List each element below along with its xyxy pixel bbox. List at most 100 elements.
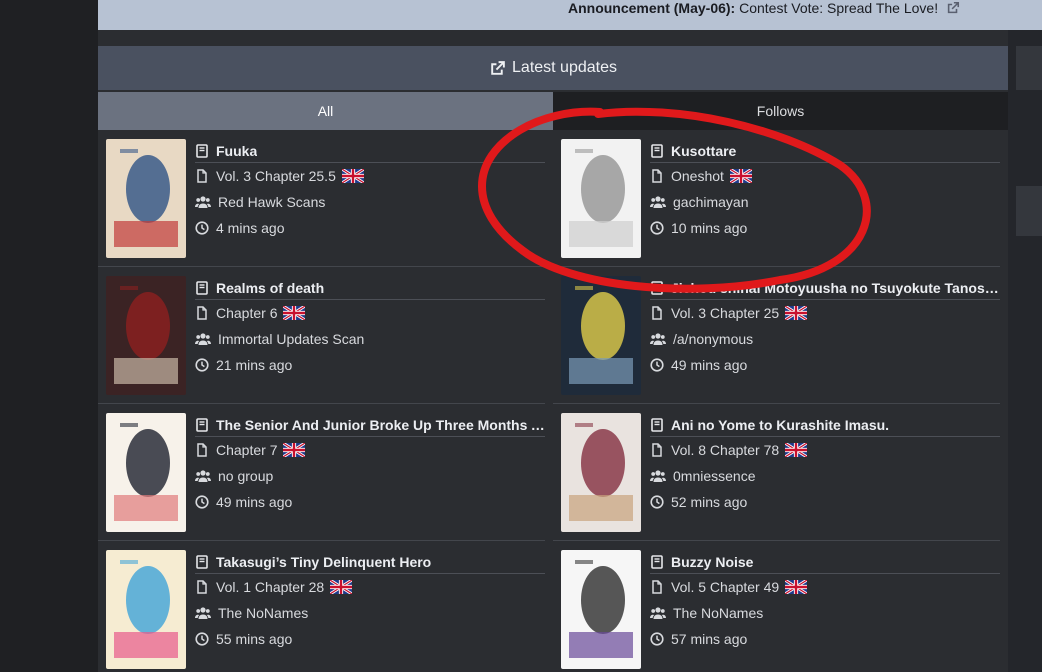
uk-flag-icon (785, 580, 808, 594)
manga-title[interactable]: Kusottare (650, 139, 1000, 163)
chapter-link[interactable]: Chapter 7 (216, 442, 277, 458)
time-ago: 10 mins ago (671, 220, 748, 236)
group-link[interactable]: 0mniessence (673, 468, 756, 484)
uk-flag-icon (785, 306, 808, 320)
chapter-link[interactable]: Vol. 5 Chapter 49 (671, 579, 779, 595)
file-icon (197, 443, 207, 457)
update-card[interactable]: Jichou shinai Motoyuusha no Tsuyokute Ta… (553, 267, 1000, 404)
cover-image[interactable] (561, 413, 641, 532)
manga-title-text[interactable]: Ani no Yome to Kurashite Imasu. (671, 417, 889, 433)
cover-image[interactable] (106, 139, 186, 258)
chapter-row[interactable]: Chapter 6 (195, 300, 545, 326)
group-link[interactable]: Red Hawk Scans (218, 194, 325, 210)
group-link[interactable]: gachimayan (673, 194, 749, 210)
time-ago: 49 mins ago (671, 357, 748, 373)
manga-title[interactable]: Buzzy Noise (650, 550, 1000, 574)
manga-title[interactable]: The Senior And Junior Broke Up Three Mon… (195, 413, 545, 437)
manga-title-text[interactable]: Realms of death (216, 280, 324, 296)
update-card[interactable]: Ani no Yome to Kurashite Imasu. Vol. 8 Ch… (553, 404, 1000, 541)
tab-all[interactable]: All (98, 92, 553, 130)
chapter-row[interactable]: Oneshot (650, 163, 1000, 189)
book-icon (651, 417, 663, 432)
left-gutter (0, 0, 98, 672)
manga-title-text[interactable]: Fuuka (216, 143, 257, 159)
external-link-icon (491, 60, 505, 75)
users-icon (650, 470, 666, 482)
group-row[interactable]: no group (195, 463, 545, 489)
chapter-link[interactable]: Vol. 1 Chapter 28 (216, 579, 324, 595)
group-row[interactable]: gachimayan (650, 189, 1000, 215)
time-row: 57 mins ago (650, 626, 1000, 652)
chapter-link[interactable]: Vol. 8 Chapter 78 (671, 442, 779, 458)
cover-image[interactable] (106, 413, 186, 532)
manga-title-text[interactable]: The Senior And Junior Broke Up Three Mon… (216, 417, 545, 433)
clock-icon (650, 495, 664, 509)
manga-title[interactable]: Ani no Yome to Kurashite Imasu. (650, 413, 1000, 437)
manga-title[interactable]: Fuuka (195, 139, 545, 163)
clock-icon (650, 221, 664, 235)
chapter-link[interactable]: Vol. 3 Chapter 25 (671, 305, 779, 321)
group-link[interactable]: no group (218, 468, 273, 484)
group-link[interactable]: Immortal Updates Scan (218, 331, 364, 347)
chapter-link[interactable]: Chapter 6 (216, 305, 277, 321)
chapter-row[interactable]: Vol. 8 Chapter 78 (650, 437, 1000, 463)
group-link[interactable]: The NoNames (218, 605, 308, 621)
group-row[interactable]: /a/nonymous (650, 326, 1000, 352)
chapter-link[interactable]: Vol. 3 Chapter 25.5 (216, 168, 336, 184)
manga-title[interactable]: Takasugi’s Tiny Delinquent Hero (195, 550, 545, 574)
book-icon (196, 554, 208, 569)
time-row: 49 mins ago (195, 489, 545, 515)
users-icon (195, 333, 211, 345)
update-card[interactable]: Takasugi’s Tiny Delinquent Hero Vol. 1 Ch… (98, 541, 545, 672)
update-card[interactable]: Realms of death Chapter 6 Immortal Updates… (98, 267, 545, 404)
time-ago: 57 mins ago (671, 631, 748, 647)
update-card[interactable]: The Senior And Junior Broke Up Three Mon… (98, 404, 545, 541)
uk-flag-icon (283, 306, 306, 320)
group-link[interactable]: /a/nonymous (673, 331, 753, 347)
group-row[interactable]: The NoNames (195, 600, 545, 626)
chapter-row[interactable]: Vol. 5 Chapter 49 (650, 574, 1000, 600)
chapter-row[interactable]: Vol. 3 Chapter 25 (650, 300, 1000, 326)
tab-follows[interactable]: Follows (553, 92, 1008, 130)
group-row[interactable]: Immortal Updates Scan (195, 326, 545, 352)
update-card[interactable]: Buzzy Noise Vol. 5 Chapter 49 The NoNames 5… (553, 541, 1000, 672)
manga-title-text[interactable]: Kusottare (671, 143, 736, 159)
file-icon (197, 306, 207, 320)
update-info: Realms of death Chapter 6 Immortal Updates… (195, 276, 545, 378)
manga-title[interactable]: Jichou shinai Motoyuusha no Tsuyokute Ta… (650, 276, 1000, 300)
manga-title-text[interactable]: Buzzy Noise (671, 554, 753, 570)
cover-image[interactable] (561, 276, 641, 395)
cover-image[interactable] (561, 550, 641, 669)
book-icon (651, 280, 663, 295)
chapter-link[interactable]: Oneshot (671, 168, 724, 184)
group-row[interactable]: The NoNames (650, 600, 1000, 626)
manga-title[interactable]: Realms of death (195, 276, 545, 300)
announcement[interactable]: Announcement (May-06): Contest Vote: Spr… (568, 0, 960, 16)
update-info: The Senior And Junior Broke Up Three Mon… (195, 413, 545, 515)
announcement-bar: Announcement (May-06): Contest Vote: Spr… (98, 0, 1042, 30)
chapter-row[interactable]: Chapter 7 (195, 437, 545, 463)
group-row[interactable]: 0mniessence (650, 463, 1000, 489)
group-row[interactable]: Red Hawk Scans (195, 189, 545, 215)
cover-image[interactable] (106, 276, 186, 395)
chapter-row[interactable]: Vol. 3 Chapter 25.5 (195, 163, 545, 189)
latest-updates-header[interactable]: Latest updates (98, 46, 1008, 90)
time-ago: 4 mins ago (216, 220, 285, 236)
users-icon (195, 196, 211, 208)
uk-flag-icon (330, 580, 353, 594)
update-info: Buzzy Noise Vol. 5 Chapter 49 The NoNames 5… (650, 550, 1000, 652)
time-ago: 21 mins ago (216, 357, 293, 373)
book-icon (196, 143, 208, 158)
group-link[interactable]: The NoNames (673, 605, 763, 621)
clock-icon (195, 221, 209, 235)
time-row: 21 mins ago (195, 352, 545, 378)
chapter-row[interactable]: Vol. 1 Chapter 28 (195, 574, 545, 600)
update-card[interactable]: Kusottare Oneshot gachimayan 10 mins ago (553, 130, 1000, 267)
cover-image[interactable] (561, 139, 641, 258)
cover-image[interactable] (106, 550, 186, 669)
manga-title-text[interactable]: Takasugi’s Tiny Delinquent Hero (216, 554, 431, 570)
update-card[interactable]: Fuuka Vol. 3 Chapter 25.5 Red Hawk Scans 4 … (98, 130, 545, 267)
announcement-text[interactable]: Contest Vote: Spread The Love! (739, 0, 938, 16)
manga-title-text[interactable]: Jichou shinai Motoyuusha no Tsuyokute Ta… (671, 280, 1000, 296)
right-rail (1008, 30, 1042, 672)
